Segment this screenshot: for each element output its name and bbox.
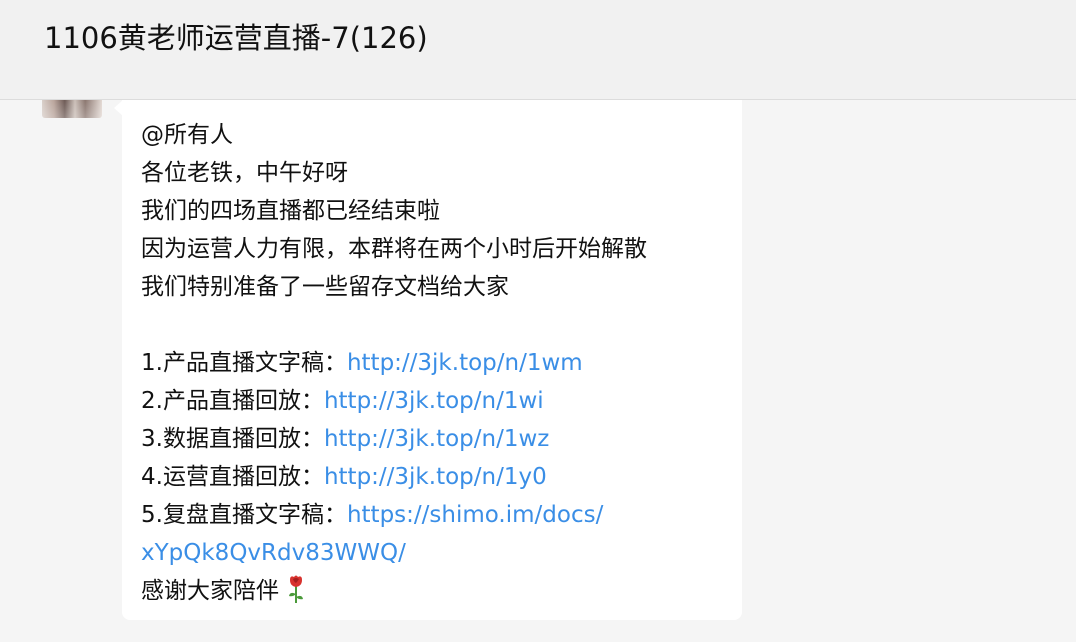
closing-line: 感谢大家陪伴 <box>141 572 731 610</box>
link-url[interactable]: http://3jk.top/n/1wi <box>324 388 544 414</box>
closing-text: 感谢大家陪伴 <box>141 578 279 604</box>
mention-line: @所有人 <box>141 122 233 148</box>
link-item-data-replay: 3.数据直播回放：http://3jk.top/n/1wz <box>141 420 731 458</box>
docs-intro-line: 我们特别准备了一些留存文档给大家 <box>141 274 509 300</box>
ended-line: 我们的四场直播都已经结束啦 <box>141 198 440 224</box>
link-item-product-replay: 2.产品直播回放：http://3jk.top/n/1wi <box>141 382 731 420</box>
avatar-image <box>42 100 102 118</box>
link-url[interactable]: http://3jk.top/n/1wm <box>347 350 583 376</box>
chat-header: 1106黄老师运营直播-7(126) <box>0 0 1076 100</box>
link-url-continuation: xYpQk8QvRdv83WWQ/ <box>141 534 731 572</box>
link-url[interactable]: http://3jk.top/n/1wz <box>324 426 549 452</box>
link-url-part2[interactable]: xYpQk8QvRdv83WWQ/ <box>141 540 406 566</box>
chat-messages-area: @所有人 各位老铁，中午好呀 我们的四场直播都已经结束啦 因为运营人力有限，本群… <box>0 100 1076 642</box>
greeting-line: 各位老铁，中午好呀 <box>141 160 348 186</box>
rose-icon <box>285 574 307 604</box>
link-label: 4.运营直播回放： <box>141 464 324 490</box>
link-label: 5.复盘直播文字稿： <box>141 502 347 528</box>
message-text: @所有人 各位老铁，中午好呀 我们的四场直播都已经结束啦 因为运营人力有限，本群… <box>141 116 731 610</box>
chat-title[interactable]: 1106黄老师运营直播-7(126) <box>44 18 428 58</box>
sender-avatar[interactable] <box>42 100 102 118</box>
link-url-part1[interactable]: https://shimo.im/docs/ <box>347 502 603 528</box>
link-url[interactable]: http://3jk.top/n/1y0 <box>324 464 547 490</box>
link-label: 2.产品直播回放： <box>141 388 324 414</box>
dissolve-line: 因为运营人力有限，本群将在两个小时后开始解散 <box>141 236 647 262</box>
link-item-ops-replay: 4.运营直播回放：http://3jk.top/n/1y0 <box>141 458 731 496</box>
link-label: 3.数据直播回放： <box>141 426 324 452</box>
link-item-product-transcript: 1.产品直播文字稿：http://3jk.top/n/1wm <box>141 344 731 382</box>
link-item-review-transcript: 5.复盘直播文字稿：https://shimo.im/docs/ <box>141 496 731 534</box>
link-label: 1.产品直播文字稿： <box>141 350 347 376</box>
